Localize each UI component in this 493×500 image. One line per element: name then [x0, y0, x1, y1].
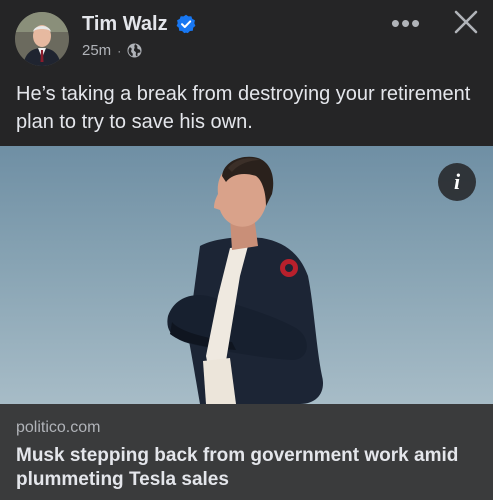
article-photo [167, 156, 324, 404]
info-icon: i [453, 169, 461, 194]
author-name[interactable]: Tim Walz [82, 13, 168, 36]
verified-badge-icon [176, 14, 196, 34]
post-header: Tim Walz 25m · ••• [0, 0, 493, 72]
avatar[interactable] [15, 12, 69, 66]
link-preview-image[interactable]: i [0, 146, 493, 404]
info-button[interactable]: i [438, 163, 476, 201]
link-headline[interactable]: Musk stepping back from government work … [16, 444, 481, 492]
more-horizontal-icon: ••• [390, 8, 422, 38]
link-preview-card[interactable]: politico.com Musk stepping back from gov… [0, 404, 493, 500]
meta-separator: · [117, 43, 122, 58]
globe-icon[interactable] [127, 43, 142, 58]
post-meta: 25m · [82, 42, 142, 59]
post-timestamp[interactable]: 25m [82, 42, 111, 59]
link-domain: politico.com [16, 419, 101, 436]
close-icon[interactable] [453, 9, 479, 35]
more-options-button[interactable]: ••• [389, 10, 423, 36]
avatar-portrait [15, 12, 69, 66]
post-caption: He’s taking a break from destroying your… [16, 83, 471, 133]
